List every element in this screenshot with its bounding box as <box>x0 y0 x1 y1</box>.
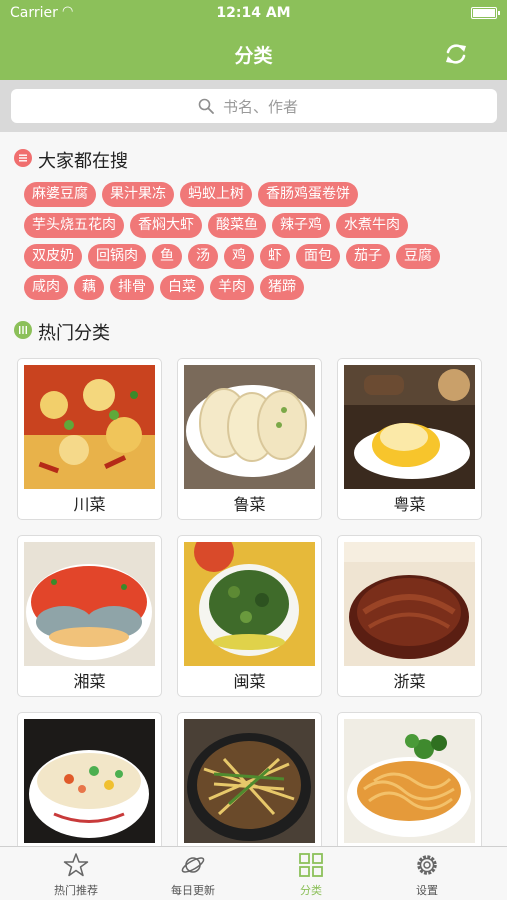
category-image <box>184 719 315 843</box>
hot-search-header: 大家都在搜 <box>14 146 314 172</box>
star-icon <box>63 853 89 877</box>
category-image <box>344 542 475 666</box>
refresh-icon[interactable] <box>443 41 469 67</box>
category-card[interactable]: 浙菜 <box>337 535 482 697</box>
hot-categories-header: 热门分类 <box>14 318 314 344</box>
search-tag[interactable]: 虾 <box>260 244 290 269</box>
category-card[interactable]: 闽菜 <box>177 535 322 697</box>
category-image <box>184 365 315 489</box>
search-tag[interactable]: 豆腐 <box>396 244 440 269</box>
category-card[interactable]: 湘菜 <box>17 535 162 697</box>
grid-icon <box>299 853 323 877</box>
search-bar: 书名、作者 <box>0 80 507 132</box>
tab-category[interactable]: 分类 <box>248 847 374 900</box>
search-tag[interactable]: 麻婆豆腐 <box>24 182 96 207</box>
search-placeholder: 书名、作者 <box>223 98 299 116</box>
tab-label: 分类 <box>300 884 322 897</box>
category-name: 湘菜 <box>73 672 106 691</box>
category-name: 浙菜 <box>393 672 426 691</box>
tab-settings[interactable]: 设置 <box>364 847 490 900</box>
search-tag[interactable]: 双皮奶 <box>24 244 82 269</box>
search-tag[interactable]: 茄子 <box>346 244 390 269</box>
category-name: 鲁菜 <box>233 495 266 514</box>
page-title: 分类 <box>234 45 273 67</box>
columns-icon <box>14 321 32 339</box>
search-tag[interactable]: 猪蹄 <box>260 275 304 300</box>
category-name: 闽菜 <box>233 672 266 691</box>
category-name: 粤菜 <box>393 495 426 514</box>
search-tag[interactable]: 白菜 <box>160 275 204 300</box>
tag-row: 麻婆豆腐 果汁果冻 蚂蚁上树 香肠鸡蛋卷饼 <box>24 182 494 213</box>
search-tag[interactable]: 香肠鸡蛋卷饼 <box>258 182 358 207</box>
search-tag[interactable]: 鱼 <box>152 244 182 269</box>
tab-bar: 热门推荐 每日更新 分类 设置 <box>0 846 507 900</box>
category-image <box>344 365 475 489</box>
search-tag[interactable]: 水煮牛肉 <box>336 213 408 238</box>
category-name: 川菜 <box>73 495 106 514</box>
search-tag[interactable]: 芋头烧五花肉 <box>24 213 124 238</box>
search-tag[interactable]: 辣子鸡 <box>272 213 330 238</box>
search-input[interactable]: 书名、作者 <box>11 89 497 123</box>
search-tag[interactable]: 面包 <box>296 244 340 269</box>
search-tag[interactable]: 藕 <box>74 275 104 300</box>
tag-row: 芋头烧五花肉 香焖大虾 酸菜鱼 辣子鸡 水煮牛肉 <box>24 213 494 244</box>
status-bar: Carrier ◠ 12:14 AM <box>0 0 507 28</box>
tab-label: 设置 <box>416 884 438 897</box>
search-tag[interactable]: 酸菜鱼 <box>208 213 266 238</box>
top-bar: Carrier ◠ 12:14 AM 分类 <box>0 0 507 80</box>
category-image <box>24 365 155 489</box>
tag-row: 双皮奶 回锅肉鱼汤鸡虾面包 茄子 豆腐 <box>24 244 494 275</box>
tag-row: 咸肉藕排骨 白菜 羊肉 猪蹄 <box>24 275 494 306</box>
hot-search-tags: 麻婆豆腐 果汁果冻 蚂蚁上树 香肠鸡蛋卷饼 芋头烧五花肉 香焖大虾 酸菜鱼 辣子鸡 水煮牛肉 双皮… <box>24 182 494 306</box>
search-tag[interactable]: 咸肉 <box>24 275 68 300</box>
planet-icon <box>181 857 205 873</box>
category-image <box>24 542 155 666</box>
category-card[interactable]: 鲁菜 <box>177 358 322 520</box>
tab-label: 每日更新 <box>171 884 215 897</box>
hot-search-title: 大家都在搜 <box>38 151 128 172</box>
search-tag[interactable]: 排骨 <box>110 275 154 300</box>
search-tag[interactable]: 香焖大虾 <box>130 213 202 238</box>
search-tag[interactable]: 蚂蚁上树 <box>180 182 252 207</box>
navigation-bar: 分类 <box>0 28 507 80</box>
tab-label: 热门推荐 <box>54 884 98 897</box>
search-tag[interactable]: 果汁果冻 <box>102 182 174 207</box>
gear-icon <box>417 855 437 875</box>
tab-hot[interactable]: 热门推荐 <box>13 847 139 900</box>
search-tag[interactable]: 汤 <box>188 244 218 269</box>
category-image <box>24 719 155 843</box>
category-image <box>184 542 315 666</box>
search-tag[interactable]: 回锅肉 <box>88 244 146 269</box>
status-time: 12:14 AM <box>216 5 291 21</box>
list-icon <box>14 149 32 167</box>
category-card[interactable]: 川菜 <box>17 358 162 520</box>
search-tag[interactable]: 鸡 <box>224 244 254 269</box>
search-icon <box>198 98 214 114</box>
battery-icon <box>471 7 500 19</box>
tab-daily[interactable]: 每日更新 <box>130 847 256 900</box>
category-card[interactable]: 粤菜 <box>337 358 482 520</box>
search-tag[interactable]: 羊肉 <box>210 275 254 300</box>
category-image <box>344 719 475 843</box>
hot-categories-title: 热门分类 <box>38 323 110 344</box>
